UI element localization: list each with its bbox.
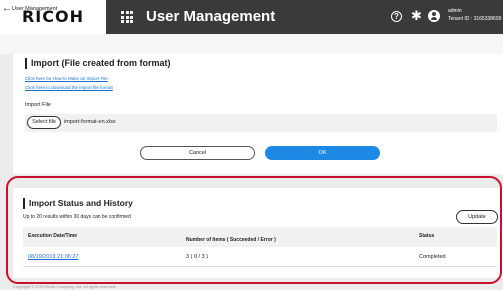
app-title: User Management bbox=[146, 8, 276, 25]
import-file-label: Import File bbox=[25, 102, 51, 108]
import-section-title: Import (File created from format) bbox=[25, 58, 171, 69]
history-row-date-link[interactable]: 08/19/2019 21:06:27 bbox=[28, 254, 78, 260]
column-header-status: Status bbox=[419, 233, 435, 239]
user-name: admin bbox=[448, 8, 462, 14]
back-link-user-management[interactable]: User Management bbox=[12, 6, 57, 12]
howto-import-link[interactable]: Click here for How to Make an Import Fil… bbox=[25, 76, 108, 81]
history-section-title: Import Status and History bbox=[23, 198, 133, 209]
history-row-status: Completed bbox=[419, 254, 446, 260]
select-file-button[interactable]: Select file bbox=[27, 116, 61, 129]
selected-file-name: import-format-en.xlsx bbox=[64, 119, 116, 125]
history-row-items: 3 ( 0 / 3 ) bbox=[186, 254, 209, 260]
user-icon[interactable] bbox=[428, 10, 440, 22]
table-row-divider bbox=[23, 266, 497, 267]
history-note: Up to 20 results within 30 days can be c… bbox=[23, 214, 131, 220]
column-header-date: Execution Date/Time bbox=[28, 233, 78, 239]
back-arrow-icon[interactable]: ← bbox=[2, 3, 12, 15]
update-button[interactable]: Update bbox=[456, 210, 498, 224]
breadcrumb-bar bbox=[0, 34, 503, 54]
cancel-button[interactable]: Cancel bbox=[140, 146, 255, 160]
ok-button[interactable]: OK bbox=[265, 146, 380, 160]
download-format-link[interactable]: Click here to download the import file f… bbox=[25, 85, 113, 90]
apps-grid-icon[interactable] bbox=[121, 11, 133, 23]
copyright-footer: Copyright © 2019 Ricoh Company, Ltd. All… bbox=[13, 284, 117, 289]
help-icon[interactable]: ? bbox=[391, 11, 402, 22]
tenant-id: Tenant ID : 3165338699 bbox=[448, 16, 502, 22]
column-header-items: Number of Items ( Succeeded / Error ) bbox=[186, 237, 276, 243]
gear-icon[interactable]: ✱ bbox=[411, 8, 422, 24]
